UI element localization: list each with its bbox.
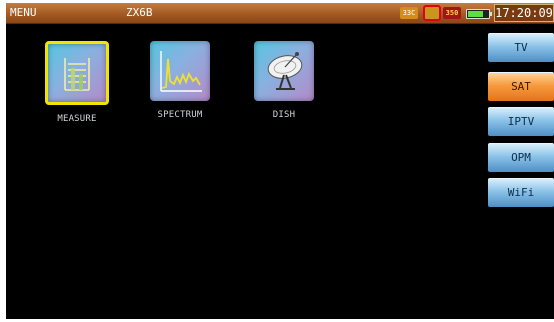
signal-status-icon[interactable] xyxy=(423,5,441,21)
app-measure[interactable]: MEASURE xyxy=(42,41,112,124)
app-label: SPECTRUM xyxy=(157,110,203,120)
battery-fill xyxy=(468,11,483,17)
tab-tv[interactable]: TV xyxy=(488,33,554,62)
app-label: MEASURE xyxy=(57,114,97,124)
lnb-status-badge[interactable]: 33C xyxy=(400,7,418,19)
tab-label: WiFi xyxy=(507,186,535,199)
measure-icon xyxy=(45,41,109,105)
tab-wifi[interactable]: WiFi xyxy=(488,178,554,207)
tab-label: OPM xyxy=(511,151,531,164)
page-title: MENU xyxy=(10,6,37,19)
app-dish[interactable]: DISH xyxy=(249,41,319,120)
tab-label: IPTV xyxy=(507,115,535,128)
dish-icon xyxy=(254,41,314,101)
tab-opm[interactable]: OPM xyxy=(488,143,554,172)
spectrum-icon-graphic xyxy=(160,51,202,92)
dc-status-badge[interactable]: 350 xyxy=(443,7,461,19)
status-bar: MENU ZX6B 33C 350 17:20:09 xyxy=(6,3,554,24)
tab-iptv[interactable]: IPTV xyxy=(488,107,554,136)
app-label: DISH xyxy=(272,110,296,120)
clock: 17:20:09 xyxy=(494,4,554,22)
app-spectrum[interactable]: SPECTRUM xyxy=(145,41,215,120)
device-screen: MENU ZX6B 33C 350 17:20:09 MEASURE SPECT… xyxy=(6,3,554,319)
tab-label: SAT xyxy=(511,80,531,93)
model-name: ZX6B xyxy=(126,6,153,19)
tab-sat[interactable]: SAT xyxy=(488,72,554,101)
tab-label: TV xyxy=(514,41,528,54)
measure-icon-graphic xyxy=(64,58,90,91)
battery-icon xyxy=(466,9,492,19)
dish-icon-graphic xyxy=(267,52,303,90)
spectrum-icon xyxy=(150,41,210,101)
